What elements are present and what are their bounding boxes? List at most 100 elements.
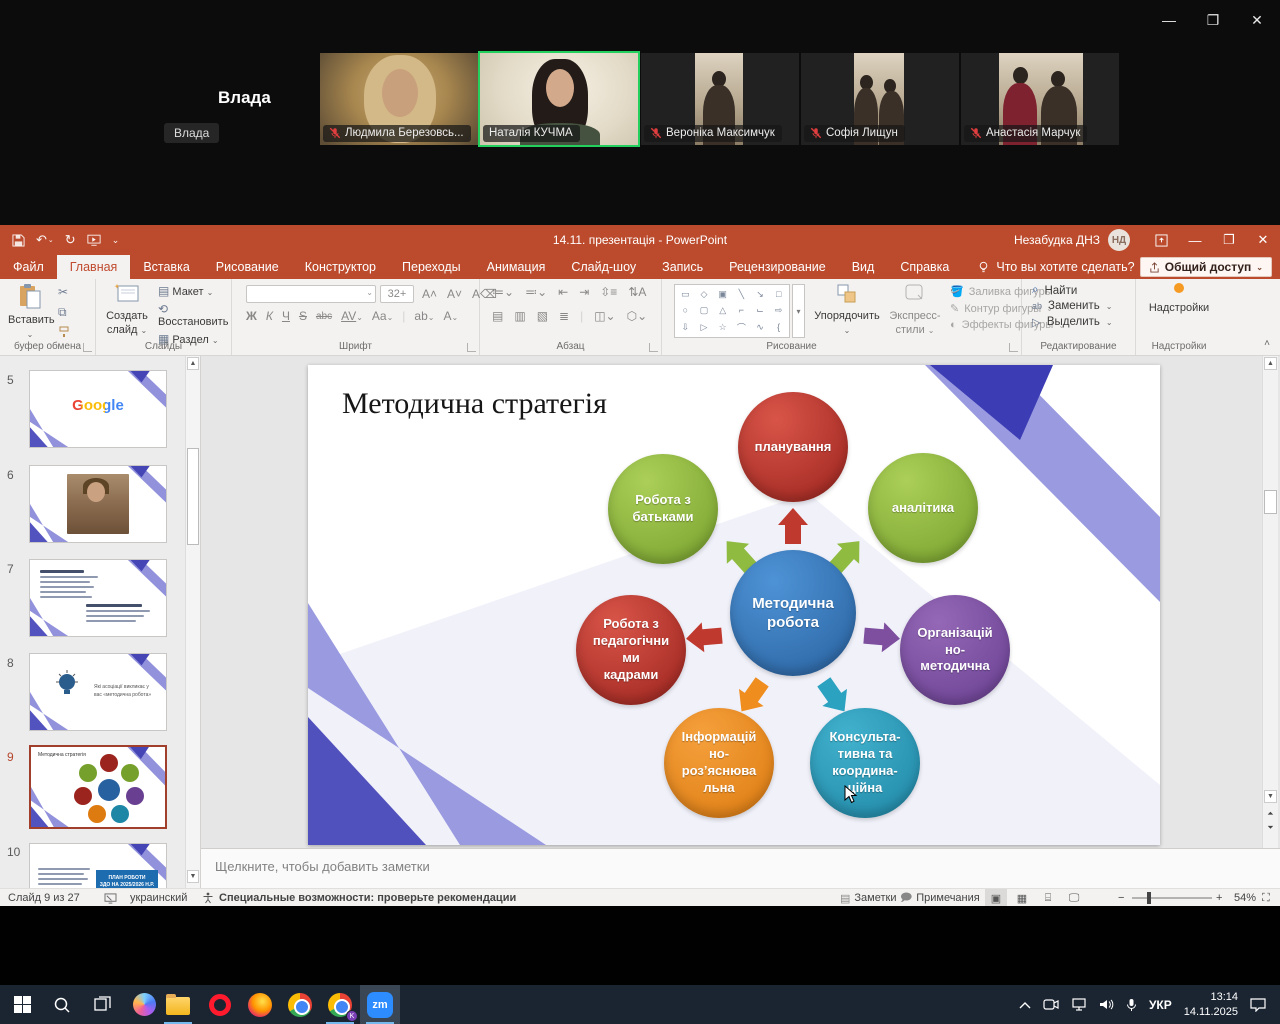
decrease-font-icon[interactable]: A˅: [447, 287, 462, 301]
slide-thumbnail-5[interactable]: Google: [29, 370, 167, 448]
slide-thumbnail-9-selected[interactable]: Методична стратегія: [29, 745, 167, 829]
line-spacing-icon[interactable]: ⇳≡: [600, 285, 617, 299]
slide-thumbnail-10[interactable]: ПЛАН РОБОТИ ЗДО НА 2025/2026 Н.Р. + ДОДА…: [29, 843, 167, 888]
chrome-icon[interactable]: [280, 985, 320, 1024]
language-status[interactable]: украинский: [130, 889, 187, 907]
participant-video-tile[interactable]: Софія Лищун: [801, 53, 959, 145]
zoom-in-icon[interactable]: +: [1216, 889, 1222, 907]
scroll-down-icon[interactable]: ▼: [187, 870, 199, 883]
ppt-restore-button[interactable]: ❐: [1212, 225, 1246, 255]
tab-insert[interactable]: Вставка: [130, 255, 202, 279]
highlight-button[interactable]: ab⌄: [414, 309, 434, 323]
tab-help[interactable]: Справка: [887, 255, 962, 279]
firefox-icon[interactable]: [240, 985, 280, 1024]
tray-expand-icon[interactable]: [1019, 1001, 1031, 1009]
tab-review[interactable]: Рецензирование: [716, 255, 839, 279]
diagram-circle-organizational[interactable]: Організацій но- методична: [900, 595, 1010, 705]
ppt-close-button[interactable]: ✕: [1246, 225, 1280, 255]
justify-icon[interactable]: ≣: [559, 309, 569, 323]
reading-view-icon[interactable]: ⌸: [1037, 889, 1059, 907]
task-view-button[interactable]: [82, 985, 122, 1024]
clipboard-dialog-launcher[interactable]: [83, 343, 92, 352]
quick-styles-button[interactable]: Экспресс-стили ⌄: [884, 283, 946, 337]
find-button[interactable]: ⌕Найти: [1032, 284, 1113, 297]
smartart-convert-icon[interactable]: ⬡⌄: [627, 309, 648, 323]
slide[interactable]: Методична стратегія планування Робота з …: [308, 365, 1160, 845]
reset-button[interactable]: ⟲ Восстановить: [158, 302, 231, 328]
strikethrough-button[interactable]: S: [299, 309, 307, 323]
opera-icon[interactable]: [200, 985, 240, 1024]
next-slide-icon[interactable]: ⏷: [1264, 822, 1277, 833]
clock[interactable]: 13:14 14.11.2025: [1184, 990, 1238, 1020]
bold-button[interactable]: Ж: [246, 309, 257, 323]
meeting-camera-icon[interactable]: [1043, 998, 1059, 1011]
font-dialog-launcher[interactable]: [467, 343, 476, 352]
text-direction-icon[interactable]: ⇅A: [628, 285, 646, 299]
copy-icon[interactable]: ⧉: [58, 305, 70, 320]
participant-video-tile[interactable]: Вероніка Максимчук: [641, 53, 799, 145]
previous-slide-icon[interactable]: ⏶: [1264, 808, 1277, 819]
tab-design[interactable]: Конструктор: [292, 255, 389, 279]
diagram-circle-planning[interactable]: планування: [738, 392, 848, 502]
font-size-input[interactable]: 32+: [380, 285, 414, 303]
start-button[interactable]: [2, 985, 42, 1024]
tab-file[interactable]: Файл: [0, 255, 57, 279]
change-case-button[interactable]: Aa⌄: [372, 309, 393, 323]
network-icon[interactable]: [1071, 998, 1087, 1011]
zoom-slider-thumb[interactable]: [1147, 892, 1151, 904]
align-center-icon[interactable]: ▥: [514, 309, 525, 323]
search-button[interactable]: [42, 985, 82, 1024]
file-explorer-icon[interactable]: [158, 985, 198, 1024]
diagram-circle-parents[interactable]: Робота з батьками: [608, 454, 718, 564]
share-button[interactable]: Общий доступ ⌄: [1140, 257, 1272, 277]
addins-button[interactable]: Надстройки: [1144, 283, 1214, 316]
accessibility-status[interactable]: Специальные возможности: проверьте реком…: [219, 889, 516, 907]
font-name-input[interactable]: ⌄: [246, 285, 376, 303]
comments-toggle[interactable]: 🗩Примечания: [900, 889, 980, 907]
increase-indent-icon[interactable]: ⇥: [579, 285, 589, 299]
collapse-ribbon-icon[interactable]: ˄: [1264, 338, 1270, 349]
tab-slideshow[interactable]: Слайд-шоу: [558, 255, 649, 279]
font-color-button[interactable]: A⌄: [443, 309, 458, 323]
slide-vertical-scrollbar[interactable]: ▲ ▼ ⏶ ⏷: [1262, 356, 1278, 848]
scroll-down-icon[interactable]: ▼: [1264, 790, 1277, 803]
account-name[interactable]: Незабудка ДНЗ: [1014, 233, 1100, 247]
ppt-minimize-button[interactable]: —: [1178, 225, 1212, 255]
slide-title[interactable]: Методична стратегія: [342, 387, 607, 421]
slide-thumbnail-7[interactable]: [29, 559, 167, 637]
fit-slide-icon[interactable]: ⛶: [1262, 889, 1270, 907]
paste-button[interactable]: Вставить⌄: [8, 283, 52, 341]
numbering-icon[interactable]: ≕⌄: [525, 285, 547, 299]
tab-view[interactable]: Вид: [839, 255, 888, 279]
subscript-button[interactable]: abc: [316, 311, 332, 322]
accessibility-icon[interactable]: [202, 889, 214, 907]
account-avatar[interactable]: НД: [1108, 229, 1130, 251]
diagram-circle-center[interactable]: Методична робота: [730, 550, 856, 676]
bullets-icon[interactable]: ≔⌄: [492, 285, 514, 299]
diagram-circle-informational[interactable]: Інформацій но- роз’яснюва льна: [664, 708, 774, 818]
participant-video-tile-active[interactable]: Наталія КУЧМА: [480, 53, 638, 145]
tab-home[interactable]: Главная: [57, 255, 131, 279]
slide-thumbnail-6[interactable]: [29, 465, 167, 543]
notes-toggle[interactable]: ▤Заметки: [840, 889, 896, 907]
slide-thumbnail-8[interactable]: Які асоціації викликає у вас «методична …: [29, 653, 167, 731]
tab-record[interactable]: Запись: [649, 255, 716, 279]
layout-button[interactable]: ▤ Макет ⌄: [158, 284, 231, 298]
notes-pane[interactable]: Щелкните, чтобы добавить заметки: [201, 848, 1280, 888]
italic-button[interactable]: К: [266, 309, 273, 323]
display-settings-icon[interactable]: [104, 889, 117, 907]
align-right-icon[interactable]: ▧: [537, 309, 548, 323]
zoom-minimize-button[interactable]: —: [1158, 10, 1180, 30]
tab-transitions[interactable]: Переходы: [389, 255, 474, 279]
diagram-circle-analytics[interactable]: аналітика: [868, 453, 978, 563]
drawing-dialog-launcher[interactable]: [1009, 343, 1018, 352]
underline-button[interactable]: Ч: [282, 309, 290, 323]
arrange-button[interactable]: Упорядочить⌄: [812, 283, 882, 337]
thumbnail-scrollbar[interactable]: ▲ ▼: [185, 356, 200, 888]
scroll-up-icon[interactable]: ▲: [187, 357, 199, 370]
zoom-percent[interactable]: 54%: [1234, 889, 1256, 907]
select-button[interactable]: ▷Выделить⌄: [1032, 315, 1113, 329]
zoom-restore-button[interactable]: ❐: [1202, 10, 1224, 30]
replace-button[interactable]: abЗаменить⌄: [1032, 300, 1113, 312]
tell-me-box[interactable]: Что вы хотите сделать?: [978, 255, 1134, 279]
